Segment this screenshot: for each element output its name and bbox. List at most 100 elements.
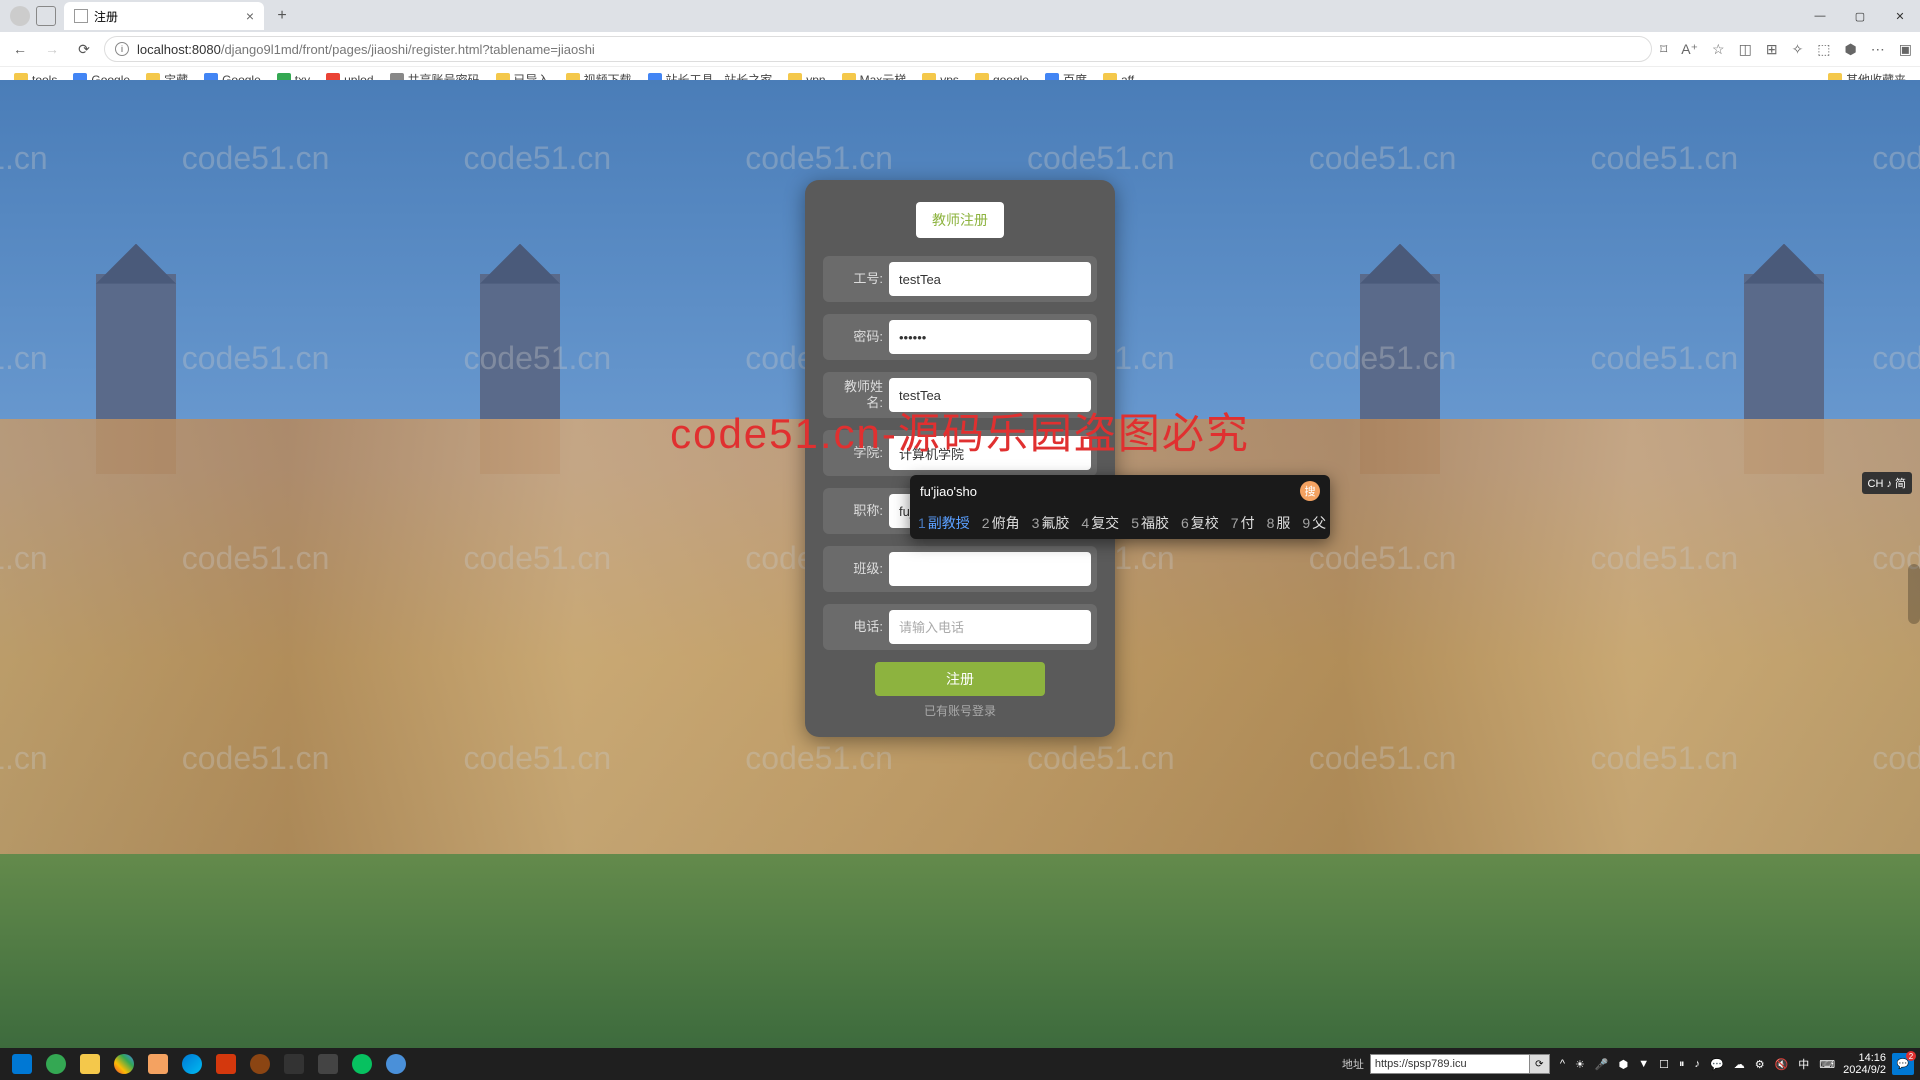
taskbar-addr-input[interactable]: https://spsp789.icu (1370, 1054, 1530, 1074)
ime-candidate-5[interactable]: 5福胶 (1131, 513, 1169, 533)
tray-icon-10[interactable]: ⚙ (1755, 1058, 1765, 1071)
menu-icon[interactable]: ⋯ (1871, 41, 1885, 58)
favicon-icon (74, 9, 88, 23)
tray-icon-2[interactable]: 🎤 (1595, 1058, 1609, 1071)
tab-title: 注册 (94, 8, 118, 25)
field-banji: 班级: (823, 546, 1097, 592)
forward-button[interactable]: → (40, 37, 64, 61)
close-window-button[interactable]: ✕ (1880, 2, 1920, 30)
ime-candidate-9[interactable]: 9父 (1302, 513, 1326, 533)
registration-title: 教师注册 (916, 202, 1004, 238)
ime-candidate-3[interactable]: 3氟胶 (1032, 513, 1070, 533)
registration-card: 教师注册 工号: 密码: 教师姓名: 学院: 职称: 班级: 电话: (805, 180, 1115, 737)
taskbar-clock[interactable]: 14:16 2024/9/2 (1843, 1052, 1886, 1076)
taskbar-app-3[interactable] (210, 1050, 242, 1078)
taskbar-app-1[interactable] (40, 1050, 72, 1078)
page-viewport: code51.cncode51.cncode51.cncode51.cncode… (0, 80, 1920, 1048)
taskbar-wechat[interactable] (346, 1050, 378, 1078)
browser-chrome: 注册 × + — ▢ ✕ ← → ⟳ i localhost:8080/djan… (0, 0, 1920, 80)
field-xingming: 教师姓名: (823, 372, 1097, 418)
label-mima: 密码: (829, 329, 889, 345)
collections-icon[interactable]: ⊞ (1766, 41, 1778, 58)
scrollbar-thumb[interactable] (1908, 564, 1920, 624)
input-banji[interactable] (889, 552, 1091, 586)
input-mima[interactable] (889, 320, 1091, 354)
taskbar-edge[interactable] (176, 1050, 208, 1078)
ime-candidate-7[interactable]: 7付 (1231, 513, 1255, 533)
taskbar-app-6[interactable] (312, 1050, 344, 1078)
ime-candidate-1[interactable]: 1副教授 (918, 513, 970, 533)
sidebar-icon[interactable]: ▣ (1899, 41, 1912, 58)
system-tray: ^ ☀ 🎤 ⬢ ▼ ☐ ⏸ ♪ 💬 ☁ ⚙ 🔇 中 ⌨ (1560, 1056, 1835, 1072)
tray-icon-9[interactable]: ☁ (1734, 1058, 1745, 1071)
split-icon[interactable]: ◫ (1739, 41, 1752, 58)
address-bar-actions: ⌑ A⁺ ☆ ◫ ⊞ ✧ ⬚ ⬢ ⋯ ▣ (1660, 41, 1912, 58)
ime-composition-row: fu'jiao'sho 搜 (910, 475, 1330, 507)
extension2-icon[interactable]: ⬢ (1845, 41, 1857, 58)
taskbar: 地址 https://spsp789.icu ⟳ ^ ☀ 🎤 ⬢ ▼ ☐ ⏸ ♪… (0, 1048, 1920, 1080)
tray-icon-4[interactable]: ▼ (1638, 1058, 1649, 1070)
taskbar-addr-go-button[interactable]: ⟳ (1530, 1054, 1550, 1074)
ime-logo-icon[interactable]: 搜 (1300, 481, 1320, 501)
tray-icon-5[interactable]: ☐ (1659, 1058, 1669, 1071)
tab-bar: 注册 × + — ▢ ✕ (0, 0, 1920, 32)
taskbar-app-4[interactable] (244, 1050, 276, 1078)
ime-candidate-2[interactable]: 2俯角 (982, 513, 1020, 533)
input-gonghao[interactable] (889, 262, 1091, 296)
taskbar-explorer[interactable] (74, 1050, 106, 1078)
tray-icon-6[interactable]: ⏸ (1679, 1058, 1685, 1071)
tray-volume-icon[interactable]: 🔇 (1775, 1058, 1789, 1071)
address-bar: ← → ⟳ i localhost:8080/django9l1md/front… (0, 32, 1920, 66)
field-mima: 密码: (823, 314, 1097, 360)
ime-composition: fu'jiao'sho (920, 484, 977, 499)
tray-icon-1[interactable]: ☀ (1575, 1058, 1585, 1071)
taskbar-app-2[interactable] (142, 1050, 174, 1078)
minimize-button[interactable]: — (1800, 2, 1840, 30)
login-link[interactable]: 已有账号登录 (823, 702, 1097, 719)
url-input[interactable]: i localhost:8080/django9l1md/front/pages… (104, 36, 1652, 62)
window-controls: — ▢ ✕ (1800, 2, 1920, 30)
new-tab-button[interactable]: + (270, 4, 294, 28)
input-xueyuan[interactable] (889, 436, 1091, 470)
tray-up-icon[interactable]: ^ (1560, 1058, 1565, 1070)
taskbar-addr-label: 地址 (1342, 1056, 1364, 1072)
field-dianhua: 电话: (823, 604, 1097, 650)
ime-candidate-4[interactable]: 4复交 (1081, 513, 1119, 533)
label-zhicheng: 职称: (829, 503, 889, 519)
maximize-button[interactable]: ▢ (1840, 2, 1880, 30)
taskbar-app-5[interactable] (278, 1050, 310, 1078)
tray-icon-7[interactable]: ♪ (1695, 1058, 1701, 1070)
input-dianhua[interactable] (889, 610, 1091, 644)
taskbar-app-7[interactable] (380, 1050, 412, 1078)
label-xingming: 教师姓名: (829, 379, 889, 410)
tray-ime-icon[interactable]: 中 (1798, 1056, 1809, 1072)
url-host: localhost:8080 (137, 42, 221, 57)
tray-icon-3[interactable]: ⬢ (1619, 1058, 1629, 1071)
label-banji: 班级: (829, 561, 889, 577)
reader-icon[interactable]: ⌑ (1660, 41, 1667, 58)
favorite-icon[interactable]: ☆ (1712, 41, 1725, 58)
register-button[interactable]: 注册 (875, 662, 1045, 696)
tray-keyboard-icon[interactable]: ⌨ (1819, 1058, 1835, 1071)
profile-avatar-icon[interactable] (10, 6, 30, 26)
tab-actions-icon[interactable] (36, 6, 56, 26)
input-xingming[interactable] (889, 378, 1091, 412)
taskbar-chrome[interactable] (108, 1050, 140, 1078)
site-info-icon[interactable]: i (115, 42, 129, 56)
label-xueyuan: 学院: (829, 445, 889, 461)
field-xueyuan: 学院: (823, 430, 1097, 476)
ime-candidate-8[interactable]: 8服 (1267, 513, 1291, 533)
ime-indicator[interactable]: CH ♪ 简 (1862, 472, 1913, 494)
favorites-bar-icon[interactable]: ✧ (1792, 41, 1804, 58)
reload-button[interactable]: ⟳ (72, 37, 96, 61)
browser-tab[interactable]: 注册 × (64, 2, 264, 30)
ime-candidate-6[interactable]: 6复校 (1181, 513, 1219, 533)
ime-candidates: 1副教授 2俯角 3氟胶 4复交 5福胶 6复校 7付 8服 9父 ◂ ▸ ▾ (910, 507, 1330, 539)
start-button[interactable] (6, 1050, 38, 1078)
tray-icon-8[interactable]: 💬 (1710, 1058, 1724, 1071)
tab-close-icon[interactable]: × (246, 8, 254, 24)
extensions-icon[interactable]: ⬚ (1817, 41, 1830, 58)
back-button[interactable]: ← (8, 37, 32, 61)
notification-center-icon[interactable]: 💬 (1892, 1053, 1914, 1075)
text-size-icon[interactable]: A⁺ (1681, 41, 1698, 58)
